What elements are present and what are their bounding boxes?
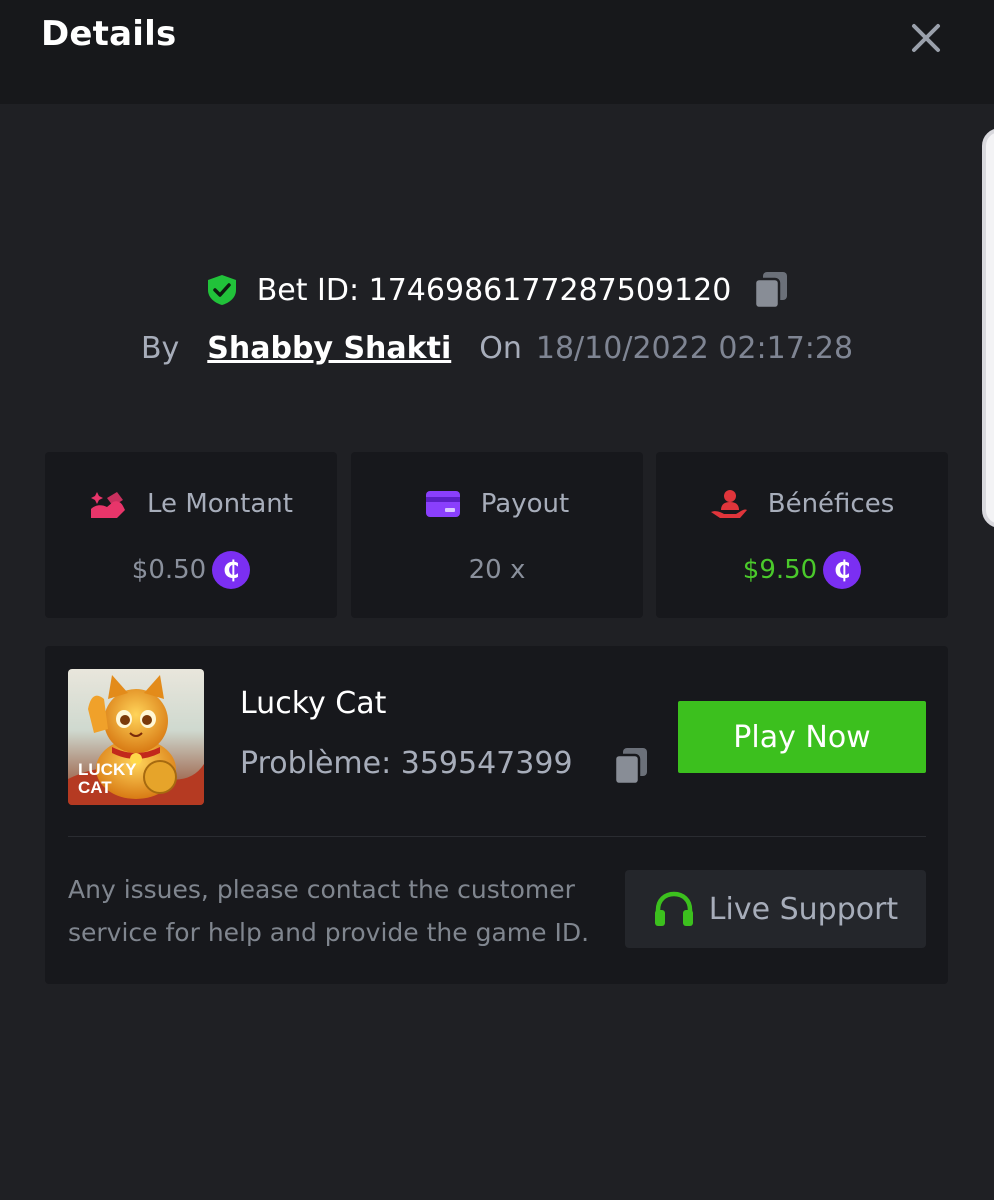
copy-icon[interactable] <box>613 746 649 786</box>
bet-byline: By Shabby Shakti On 18/10/2022 02:17:28 <box>0 326 994 370</box>
copy-game-id-button[interactable] <box>613 746 649 786</box>
game-problem-id: Problème: 359547399 <box>240 746 573 781</box>
close-button[interactable] <box>900 12 952 64</box>
profit-hand-icon <box>710 488 748 520</box>
thumb-lucky: LUCKY <box>78 760 137 779</box>
stat-card-amount: Le Montant $0.50 ₵ <box>45 452 337 618</box>
details-header: Details <box>0 0 994 104</box>
stat-card-payout: Payout 20 x <box>351 452 643 618</box>
help-text: Any issues, please contact the customer … <box>68 875 590 947</box>
stat-label-profit: Bénéfices <box>767 489 895 519</box>
game-card: LUCKY CAT Lucky Cat Problème: 359547399 … <box>45 646 948 984</box>
stat-value-amount: $0.50 <box>131 555 207 585</box>
live-support-label: Live Support <box>708 891 899 927</box>
game-thumbnail[interactable]: LUCKY CAT <box>68 669 204 805</box>
divider <box>68 836 926 837</box>
headset-icon <box>654 891 693 926</box>
stat-card-profit: Bénéfices $9.50 ₵ <box>656 452 948 618</box>
copy-icon[interactable] <box>753 270 789 310</box>
game-name: Lucky Cat <box>240 686 387 721</box>
username-link[interactable]: Shabby Shakti <box>207 331 451 366</box>
card-icon <box>425 490 461 518</box>
by-label: By <box>140 330 180 366</box>
stat-label-payout: Payout <box>480 489 570 519</box>
copy-bet-id-button[interactable] <box>753 270 789 310</box>
live-support-button[interactable]: Live Support <box>625 870 926 948</box>
hand-coins-icon <box>89 488 127 520</box>
on-label: On <box>479 330 522 366</box>
stat-value-profit: $9.50 <box>742 555 818 585</box>
stat-value-payout: 20 x <box>468 555 526 585</box>
play-now-button[interactable]: Play Now <box>678 701 926 773</box>
close-icon[interactable] <box>910 22 942 54</box>
shield-check-icon <box>205 273 239 307</box>
coin-icon: ₵ <box>212 551 251 589</box>
page-title: Details <box>41 14 177 54</box>
coin-icon: ₵ <box>823 551 862 589</box>
bet-id: Bet ID: 1746986177287509120 <box>256 272 732 308</box>
bet-datetime: 18/10/2022 02:17:28 <box>535 330 854 366</box>
thumb-cat: CAT <box>78 778 112 797</box>
stat-label-amount: Le Montant <box>147 489 293 519</box>
bet-id-line: Bet ID: 1746986177287509120 <box>0 266 994 314</box>
